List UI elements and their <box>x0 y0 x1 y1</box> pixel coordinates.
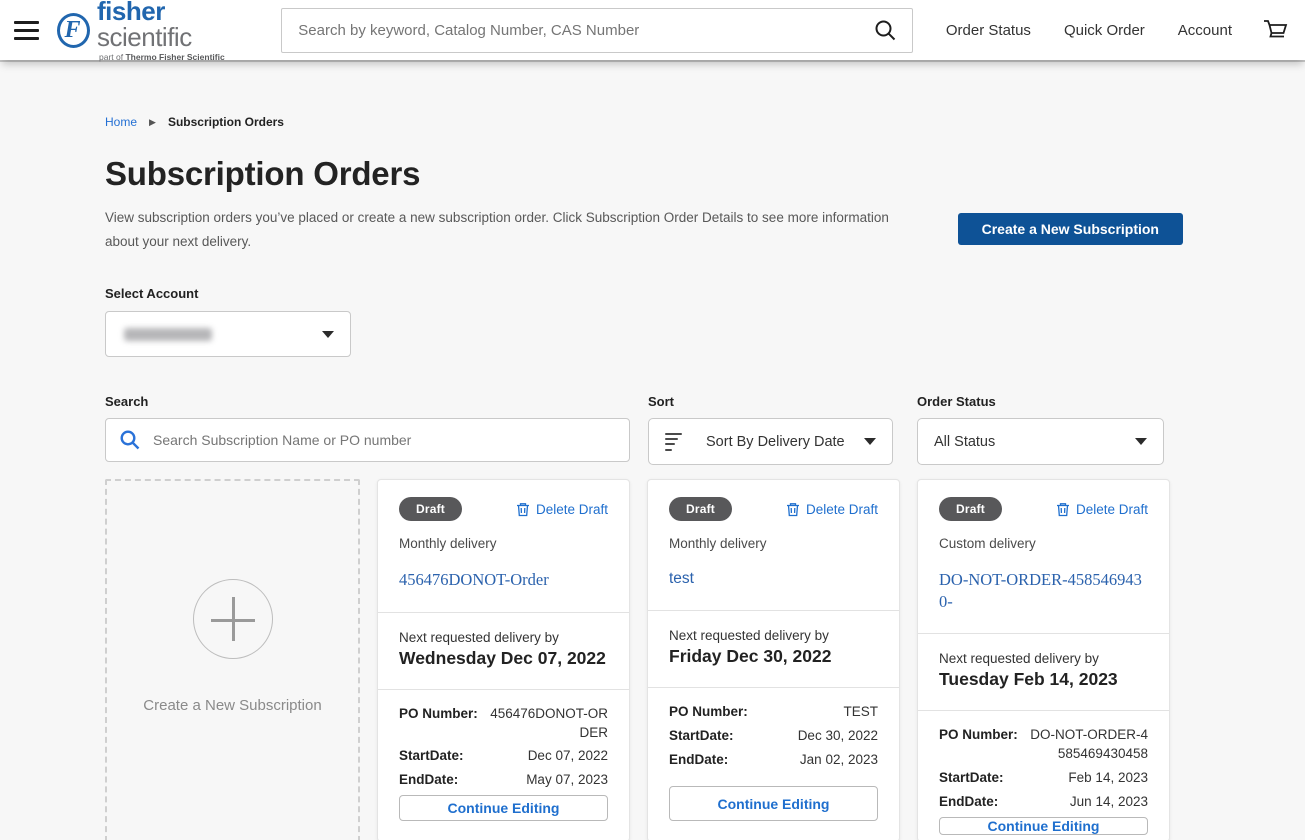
chevron-down-icon <box>1135 438 1147 445</box>
plus-icon <box>193 579 273 659</box>
detail-value: May 07, 2023 <box>526 771 608 790</box>
sort-dropdown[interactable]: Sort By Delivery Date <box>648 418 893 465</box>
nav-account[interactable]: Account <box>1178 22 1232 39</box>
search-icon <box>119 429 141 451</box>
cart-button[interactable] <box>1262 18 1289 42</box>
search-icon <box>873 18 897 42</box>
breadcrumb: Home ▶ Subscription Orders <box>105 60 1183 129</box>
detail-row: PO Number: 456476DONOT-ORDER <box>399 705 608 743</box>
detail-value: 456476DONOT-ORDER <box>486 705 608 743</box>
search-filter-label: Search <box>105 394 630 409</box>
detail-row: PO Number: TEST <box>669 703 878 722</box>
cart-icon <box>1262 18 1289 42</box>
account-select-dropdown[interactable] <box>105 311 351 357</box>
delivery-frequency: Custom delivery <box>939 536 1148 551</box>
detail-row: EndDate: Jan 02, 2023 <box>669 751 878 770</box>
next-delivery-label: Next requested delivery by <box>399 630 608 645</box>
fisher-monogram-icon: F <box>57 13 90 48</box>
detail-row: PO Number: DO-NOT-ORDER-4585469430458 <box>939 726 1148 764</box>
order-status-label: Order Status <box>917 394 1164 409</box>
order-status-value: All Status <box>934 434 995 450</box>
subscription-name-link[interactable]: DO-NOT-ORDER-4585469430- <box>939 569 1148 612</box>
detail-label: PO Number: <box>399 705 478 743</box>
detail-value: Dec 30, 2022 <box>798 727 878 746</box>
continue-editing-button[interactable]: Continue Editing <box>399 795 608 821</box>
detail-value: Jun 14, 2023 <box>1070 793 1148 812</box>
global-search-input[interactable] <box>281 8 913 53</box>
subscription-card: Draft Delete Draft Monthly delivery test… <box>647 479 900 840</box>
sort-lines-icon <box>665 431 682 452</box>
status-badge: Draft <box>669 497 732 521</box>
hamburger-menu-icon[interactable] <box>14 16 39 45</box>
chevron-down-icon <box>322 331 334 338</box>
delivery-frequency: Monthly delivery <box>399 536 608 551</box>
detail-row: StartDate: Dec 30, 2022 <box>669 727 878 746</box>
next-delivery-label: Next requested delivery by <box>939 651 1148 666</box>
detail-value: Feb 14, 2023 <box>1068 769 1148 788</box>
detail-label: StartDate: <box>669 727 734 746</box>
order-status-dropdown[interactable]: All Status <box>917 418 1164 465</box>
select-account-label: Select Account <box>105 286 1183 301</box>
top-header: F fisher scientific part of Thermo Fishe… <box>0 0 1305 60</box>
continue-editing-button[interactable]: Continue Editing <box>669 786 878 821</box>
detail-row: EndDate: Jun 14, 2023 <box>939 793 1148 812</box>
detail-row: StartDate: Feb 14, 2023 <box>939 769 1148 788</box>
status-badge: Draft <box>399 497 462 521</box>
subscription-card: Draft Delete Draft Monthly delivery 4564… <box>377 479 630 840</box>
next-delivery-date: Wednesday Dec 07, 2022 <box>399 648 608 669</box>
account-value-redacted <box>124 328 212 341</box>
detail-label: EndDate: <box>939 793 998 812</box>
detail-row: StartDate: Dec 07, 2022 <box>399 747 608 766</box>
header-nav: Order Status Quick Order Account <box>913 18 1289 42</box>
detail-label: PO Number: <box>669 703 748 722</box>
delivery-frequency: Monthly delivery <box>669 536 878 551</box>
delete-draft-link[interactable]: Delete Draft <box>516 502 608 517</box>
detail-value: Jan 02, 2023 <box>800 751 878 770</box>
breadcrumb-home-link[interactable]: Home <box>105 115 137 129</box>
next-delivery-date: Tuesday Feb 14, 2023 <box>939 669 1148 690</box>
breadcrumb-current: Subscription Orders <box>168 115 284 129</box>
status-badge: Draft <box>939 497 1002 521</box>
delete-draft-link[interactable]: Delete Draft <box>786 502 878 517</box>
subscription-search-input[interactable] <box>105 418 630 462</box>
detail-label: PO Number: <box>939 726 1018 764</box>
detail-value: DO-NOT-ORDER-4585469430458 <box>1026 726 1148 764</box>
logo-brand-secondary: scientific <box>97 22 192 52</box>
detail-row: EndDate: May 07, 2023 <box>399 771 608 790</box>
subscription-card: Draft Delete Draft Custom delivery DO-NO… <box>917 479 1170 840</box>
trash-icon <box>516 502 530 517</box>
detail-value: Dec 07, 2022 <box>528 747 608 766</box>
sort-dropdown-value: Sort By Delivery Date <box>706 434 845 450</box>
detail-label: EndDate: <box>669 751 728 770</box>
create-new-subscription-button[interactable]: Create a New Subscription <box>958 213 1183 245</box>
create-subscription-card[interactable]: Create a New Subscription <box>105 479 360 840</box>
fisher-scientific-logo[interactable]: F fisher scientific part of Thermo Fishe… <box>57 0 253 62</box>
continue-editing-button[interactable]: Continue Editing <box>939 817 1148 835</box>
detail-label: EndDate: <box>399 771 458 790</box>
trash-icon <box>786 502 800 517</box>
nav-quick-order[interactable]: Quick Order <box>1064 22 1145 39</box>
nav-order-status[interactable]: Order Status <box>946 22 1031 39</box>
chevron-down-icon <box>864 438 876 445</box>
breadcrumb-separator-icon: ▶ <box>149 117 156 128</box>
next-delivery-date: Friday Dec 30, 2022 <box>669 646 878 667</box>
detail-value: TEST <box>843 703 878 722</box>
subscription-name-link[interactable]: test <box>669 569 694 589</box>
sort-label: Sort <box>648 394 893 409</box>
trash-icon <box>1056 502 1070 517</box>
logo-tagline: part of Thermo Fisher Scientific <box>97 52 253 62</box>
global-search-button[interactable] <box>863 8 907 53</box>
delete-draft-link[interactable]: Delete Draft <box>1056 502 1148 517</box>
detail-label: StartDate: <box>939 769 1004 788</box>
next-delivery-label: Next requested delivery by <box>669 628 878 643</box>
create-card-label: Create a New Subscription <box>143 697 321 714</box>
page-description: View subscription orders you’ve placed o… <box>105 206 923 253</box>
subscription-name-link[interactable]: 456476DONOT-Order <box>399 569 549 590</box>
detail-label: StartDate: <box>399 747 464 766</box>
page-title: Subscription Orders <box>105 155 1183 193</box>
